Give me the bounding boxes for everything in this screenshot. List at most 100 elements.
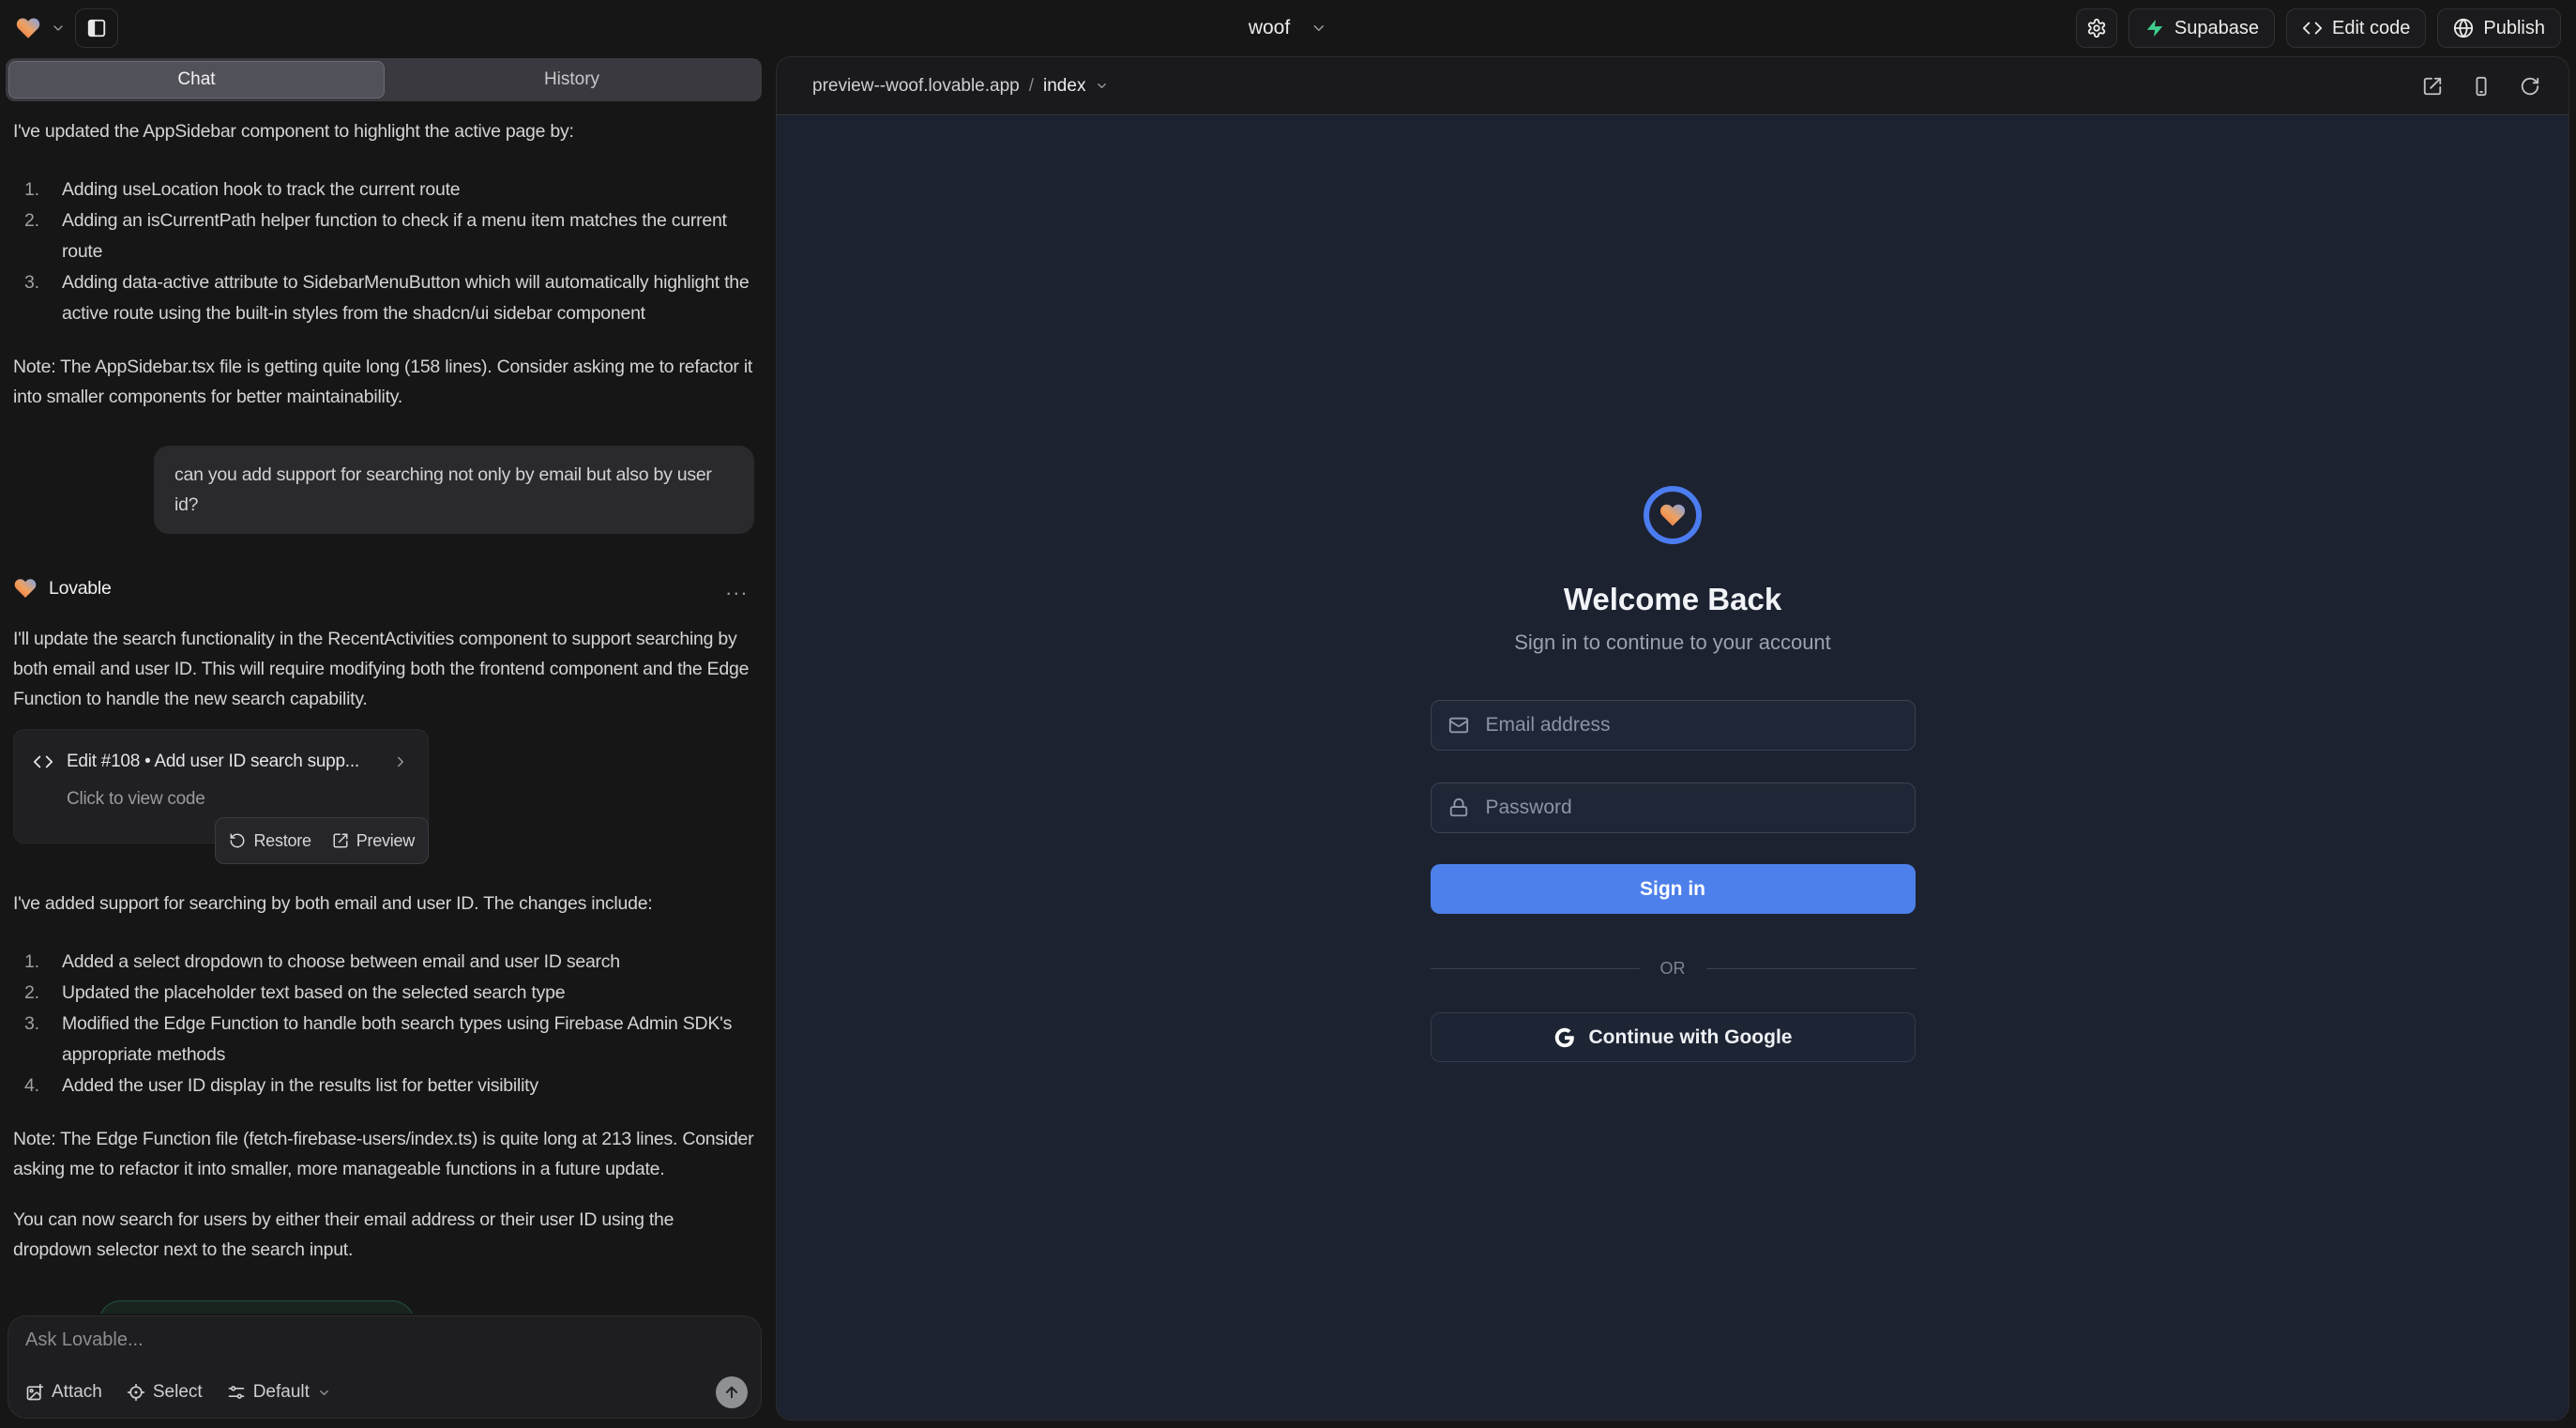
header-right: Supabase Edit code Publish: [2076, 8, 2561, 48]
divider-line: [1431, 968, 1640, 969]
restore-preview-pill: Restore Preview: [215, 817, 429, 864]
signin-card: Welcome Back Sign in to continue to your…: [1431, 116, 1916, 1062]
preview-url-bar[interactable]: preview--woof.lovable.app / index: [812, 76, 1109, 97]
mail-icon: [1448, 715, 1469, 736]
app-heart-icon: [1659, 501, 1687, 529]
edit-code-button[interactable]: Edit code: [2286, 8, 2426, 48]
open-in-new-tab-button[interactable]: [2422, 76, 2443, 97]
arrow-up-icon: [723, 1384, 740, 1401]
project-name: woof: [1249, 17, 1290, 39]
attach-button[interactable]: Attach: [25, 1382, 102, 1403]
sliders-icon: [227, 1383, 246, 1402]
globe-icon: [2453, 18, 2474, 38]
chevron-down-icon: [317, 1386, 331, 1400]
assistant-note: Note: The AppSidebar.tsx file is getting…: [13, 352, 756, 412]
restored-label: Restored: [13, 1308, 83, 1314]
preview-button[interactable]: Preview: [332, 826, 415, 856]
assistant-paragraph: I've updated the AppSidebar component to…: [13, 116, 756, 146]
refresh-button[interactable]: [2520, 76, 2540, 97]
list-item: Updated the placeholder text based on th…: [13, 978, 756, 1009]
page-subtitle: Sign in to continue to your account: [1514, 630, 1831, 655]
sign-in-button[interactable]: Sign in: [1431, 864, 1916, 914]
list-item: Added a select dropdown to choose betwee…: [13, 947, 756, 978]
restore-button[interactable]: Restore: [229, 826, 311, 856]
chat-panel: Chat History I've updated the AppSidebar…: [0, 56, 767, 1428]
edit-card-title: Edit #108 • Add user ID search supp...: [67, 747, 359, 777]
project-switcher[interactable]: woof: [1249, 0, 1327, 56]
assistant-paragraph: You can now search for users by either t…: [13, 1205, 756, 1265]
assistant-paragraph: I've added support for searching by both…: [13, 889, 756, 919]
preview-panel: preview--woof.lovable.app / index: [776, 56, 2569, 1420]
external-link-icon: [2422, 76, 2443, 97]
tab-history[interactable]: History: [385, 61, 759, 99]
version-title: Highlight Active Page in Sidebar: [164, 1308, 397, 1314]
refresh-icon: [2520, 76, 2540, 97]
smartphone-icon: [2471, 76, 2492, 97]
google-g-icon: [1553, 1026, 1576, 1049]
chat-history-tabbar: Chat History: [6, 58, 762, 101]
composer-toolbar: Attach Select Default: [25, 1376, 748, 1408]
supabase-button[interactable]: Supabase: [2129, 8, 2275, 48]
user-message-bubble: can you add support for searching not on…: [154, 446, 754, 534]
continue-with-google-button[interactable]: Continue with Google: [1431, 1012, 1916, 1062]
user-message-row: can you add support for searching not on…: [13, 446, 756, 534]
supabase-bolt-icon: [2144, 18, 2165, 38]
settings-button[interactable]: [2076, 8, 2117, 48]
password-field-wrap: [1431, 782, 1916, 833]
more-options-icon[interactable]: ...: [726, 573, 749, 603]
preview-app-content: Welcome Back Sign in to continue to your…: [777, 116, 2568, 1420]
assistant-note: Note: The Edge Function file (fetch-fire…: [13, 1124, 756, 1184]
top-header: woof Supabase Edit code: [0, 0, 2576, 56]
target-icon: [127, 1383, 145, 1402]
preview-toolbar: [2422, 76, 2540, 97]
chevron-down-icon: [1311, 20, 1327, 37]
edit-card-wrap: Edit #108 • Add user ID search supp... C…: [13, 729, 429, 843]
select-element-button[interactable]: Select: [127, 1382, 203, 1403]
url-separator: /: [1029, 76, 1034, 97]
restored-version-badge[interactable]: #107 Highlight Active Page in Sidebar: [98, 1300, 415, 1314]
chevron-down-icon[interactable]: [51, 21, 66, 36]
preview-header: preview--woof.lovable.app / index: [777, 57, 2568, 115]
external-link-icon: [332, 832, 349, 849]
header-left: [15, 8, 118, 48]
mobile-preview-button[interactable]: [2471, 76, 2492, 97]
assistant-paragraph: I'll update the search functionality in …: [13, 624, 756, 714]
list-item: Added the user ID display in the results…: [13, 1071, 756, 1101]
list-item: Adding useLocation hook to track the cur…: [13, 175, 756, 205]
page-title: Welcome Back: [1564, 582, 1781, 617]
chat-messages[interactable]: I've updated the AppSidebar component to…: [0, 103, 767, 1314]
code-brackets-icon: [33, 752, 53, 772]
assistant-name: Lovable: [49, 573, 112, 603]
code-brackets-icon: [2302, 18, 2323, 38]
lovable-app-window: woof Supabase Edit code: [0, 0, 2576, 1428]
restored-row: Restored #107 Highlight Active Page in S…: [13, 1300, 756, 1314]
app-logo-circle: [1644, 486, 1702, 544]
password-field[interactable]: [1431, 782, 1916, 833]
numbered-list: Added a select dropdown to choose betwee…: [13, 947, 756, 1101]
assistant-header: Lovable ...: [13, 573, 756, 603]
sidebar-toggle-button[interactable]: [75, 8, 118, 48]
list-item: Modified the Edge Function to handle bot…: [13, 1009, 756, 1071]
tab-chat[interactable]: Chat: [8, 61, 385, 99]
lovable-logo-heart-icon[interactable]: [15, 15, 41, 41]
lock-icon: [1448, 798, 1469, 818]
chevron-down-icon: [1095, 79, 1109, 93]
preview-host: preview--woof.lovable.app: [812, 76, 1020, 97]
list-item: Adding an isCurrentPath helper function …: [13, 205, 756, 267]
numbered-list: Adding useLocation hook to track the cur…: [13, 175, 756, 329]
edit-card-subtitle: Click to view code: [67, 784, 409, 814]
chat-input[interactable]: [25, 1329, 744, 1365]
list-item: Adding data-active attribute to SidebarM…: [13, 267, 756, 329]
model-selector[interactable]: Default: [227, 1382, 331, 1403]
image-plus-icon: [25, 1383, 44, 1402]
email-field-wrap: [1431, 700, 1916, 751]
send-button[interactable]: [716, 1376, 748, 1408]
or-label: OR: [1660, 959, 1686, 979]
gear-icon: [2086, 18, 2107, 38]
publish-button[interactable]: Publish: [2437, 8, 2561, 48]
lovable-heart-icon: [13, 576, 38, 600]
panel-left-icon: [86, 18, 107, 38]
chevron-right-icon: [392, 753, 409, 770]
divider-line: [1706, 968, 1916, 969]
email-field[interactable]: [1431, 700, 1916, 751]
